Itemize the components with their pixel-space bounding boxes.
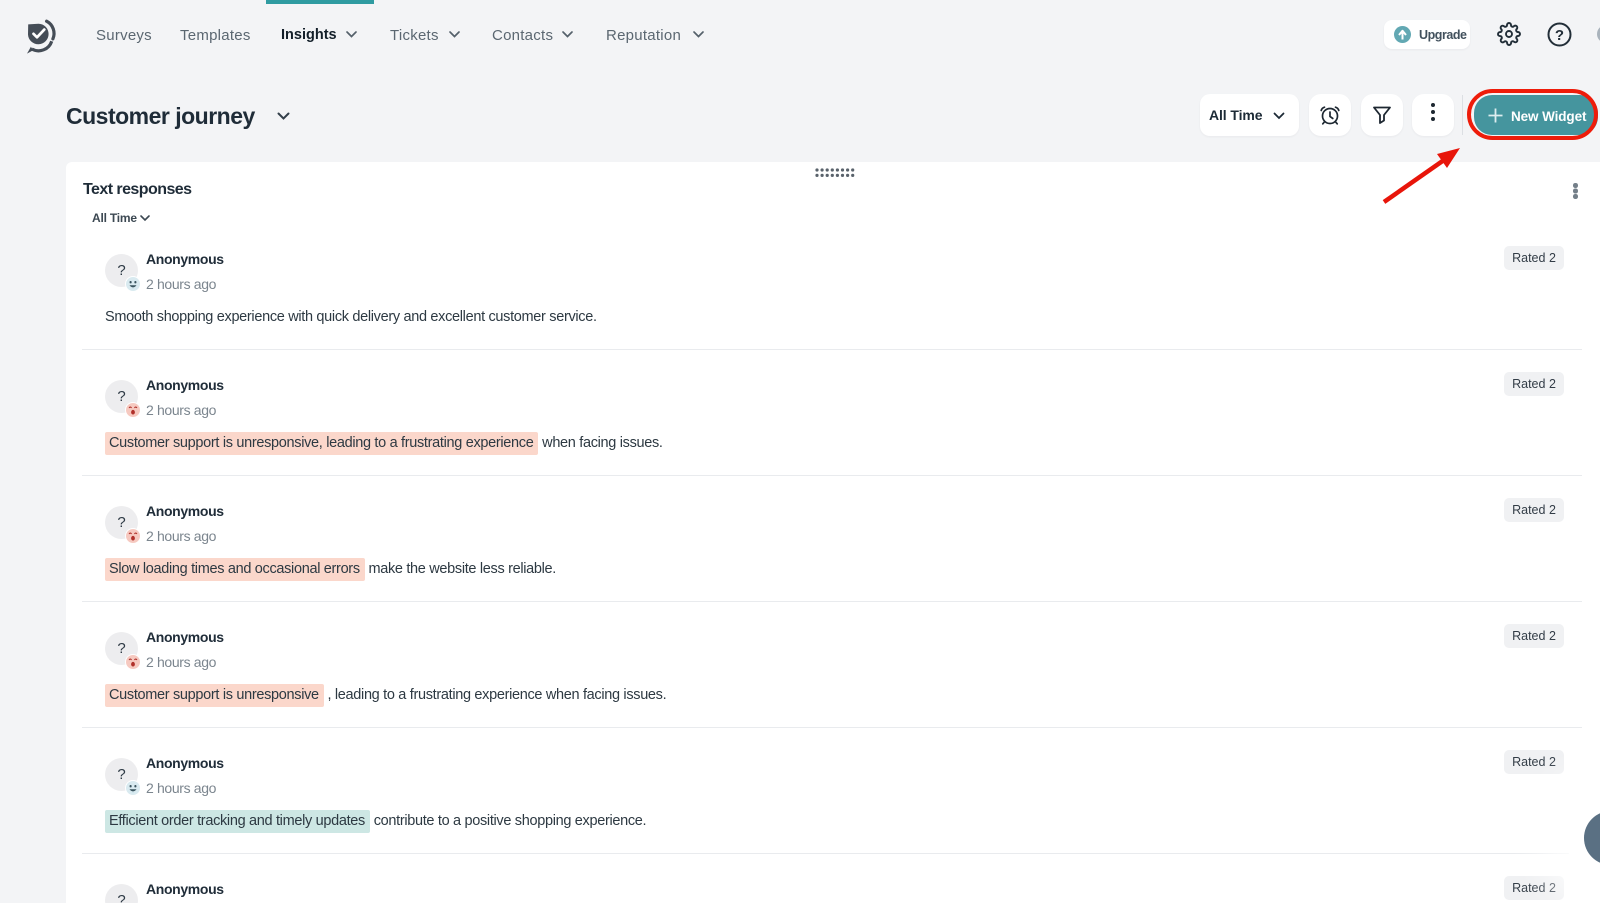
svg-text:?: ?	[1555, 27, 1564, 44]
